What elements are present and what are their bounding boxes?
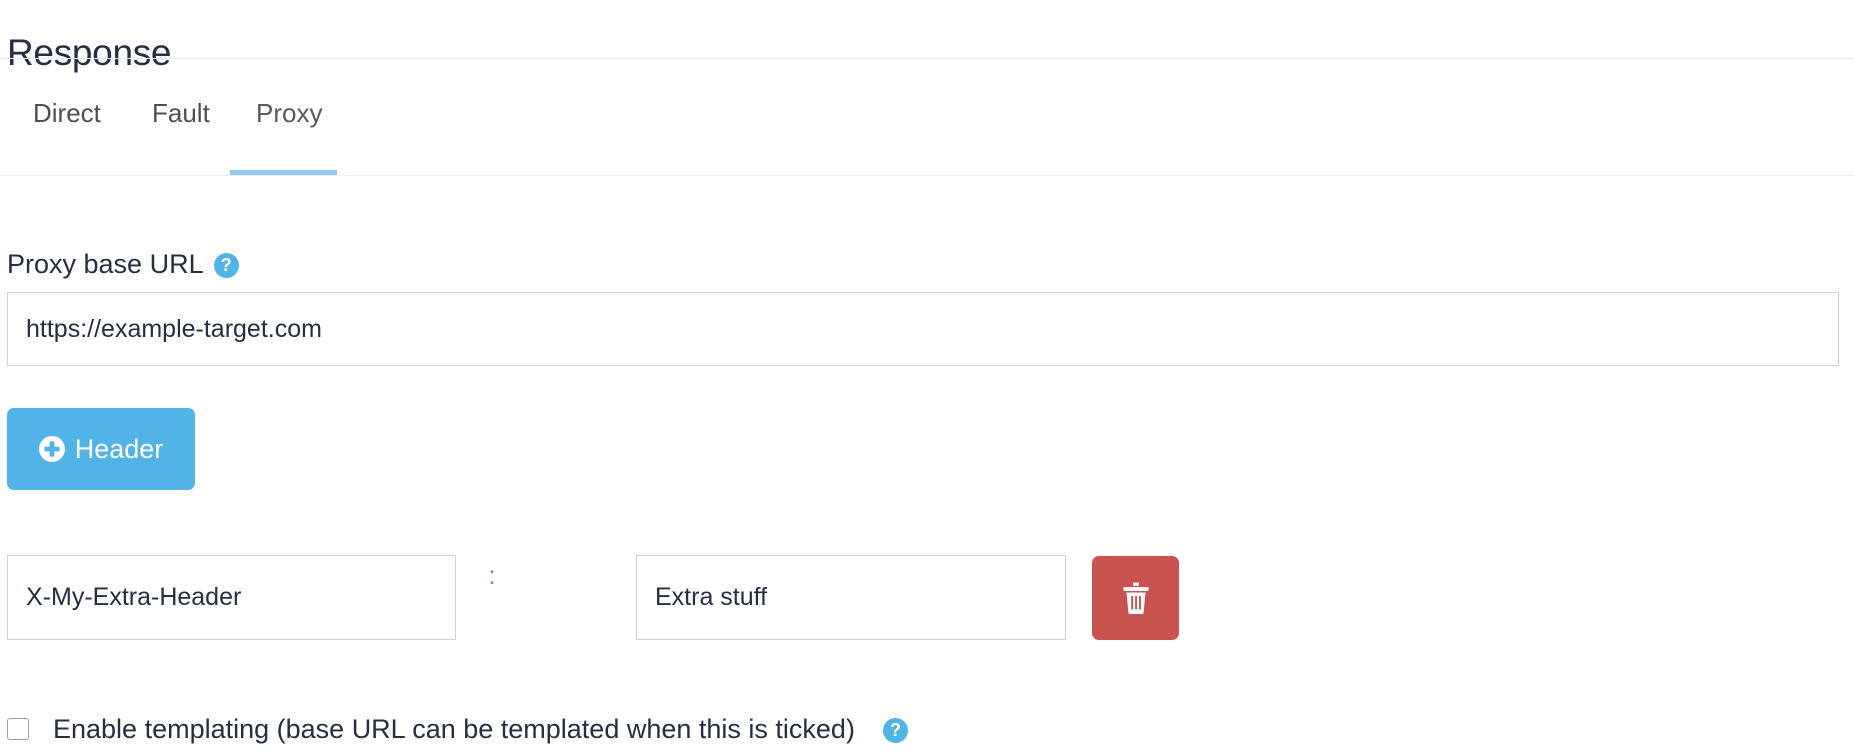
help-circle-icon[interactable]: ? xyxy=(213,252,239,278)
tabs-divider xyxy=(0,175,1854,176)
response-tabs: Direct Fault Proxy xyxy=(0,88,1854,176)
help-circle-icon[interactable]: ? xyxy=(882,717,908,743)
delete-header-button[interactable] xyxy=(1092,556,1179,640)
trash-icon xyxy=(1122,582,1150,614)
header-separator: : xyxy=(488,560,496,590)
add-header-button-label: Header xyxy=(74,433,164,464)
page-title: Response xyxy=(7,31,172,73)
enable-templating-checkbox[interactable] xyxy=(7,718,29,740)
proxy-base-url-label: Proxy base URL ? xyxy=(7,247,239,281)
enable-templating-label[interactable]: Enable templating (base URL can be templ… xyxy=(53,712,855,746)
tab-direct[interactable]: Direct xyxy=(27,88,107,175)
tab-proxy[interactable]: Proxy xyxy=(250,88,328,175)
tab-fault[interactable]: Fault xyxy=(146,88,216,175)
header-key-input[interactable] xyxy=(7,555,456,640)
add-header-button[interactable]: Header xyxy=(7,408,195,490)
title-divider xyxy=(0,58,1854,59)
proxy-base-url-label-text: Proxy base URL xyxy=(7,249,204,279)
proxy-base-url-input[interactable] xyxy=(7,292,1839,366)
enable-templating-row: Enable templating (base URL can be templ… xyxy=(7,712,908,746)
plus-circle-icon xyxy=(38,436,65,462)
header-value-input[interactable] xyxy=(636,555,1066,640)
